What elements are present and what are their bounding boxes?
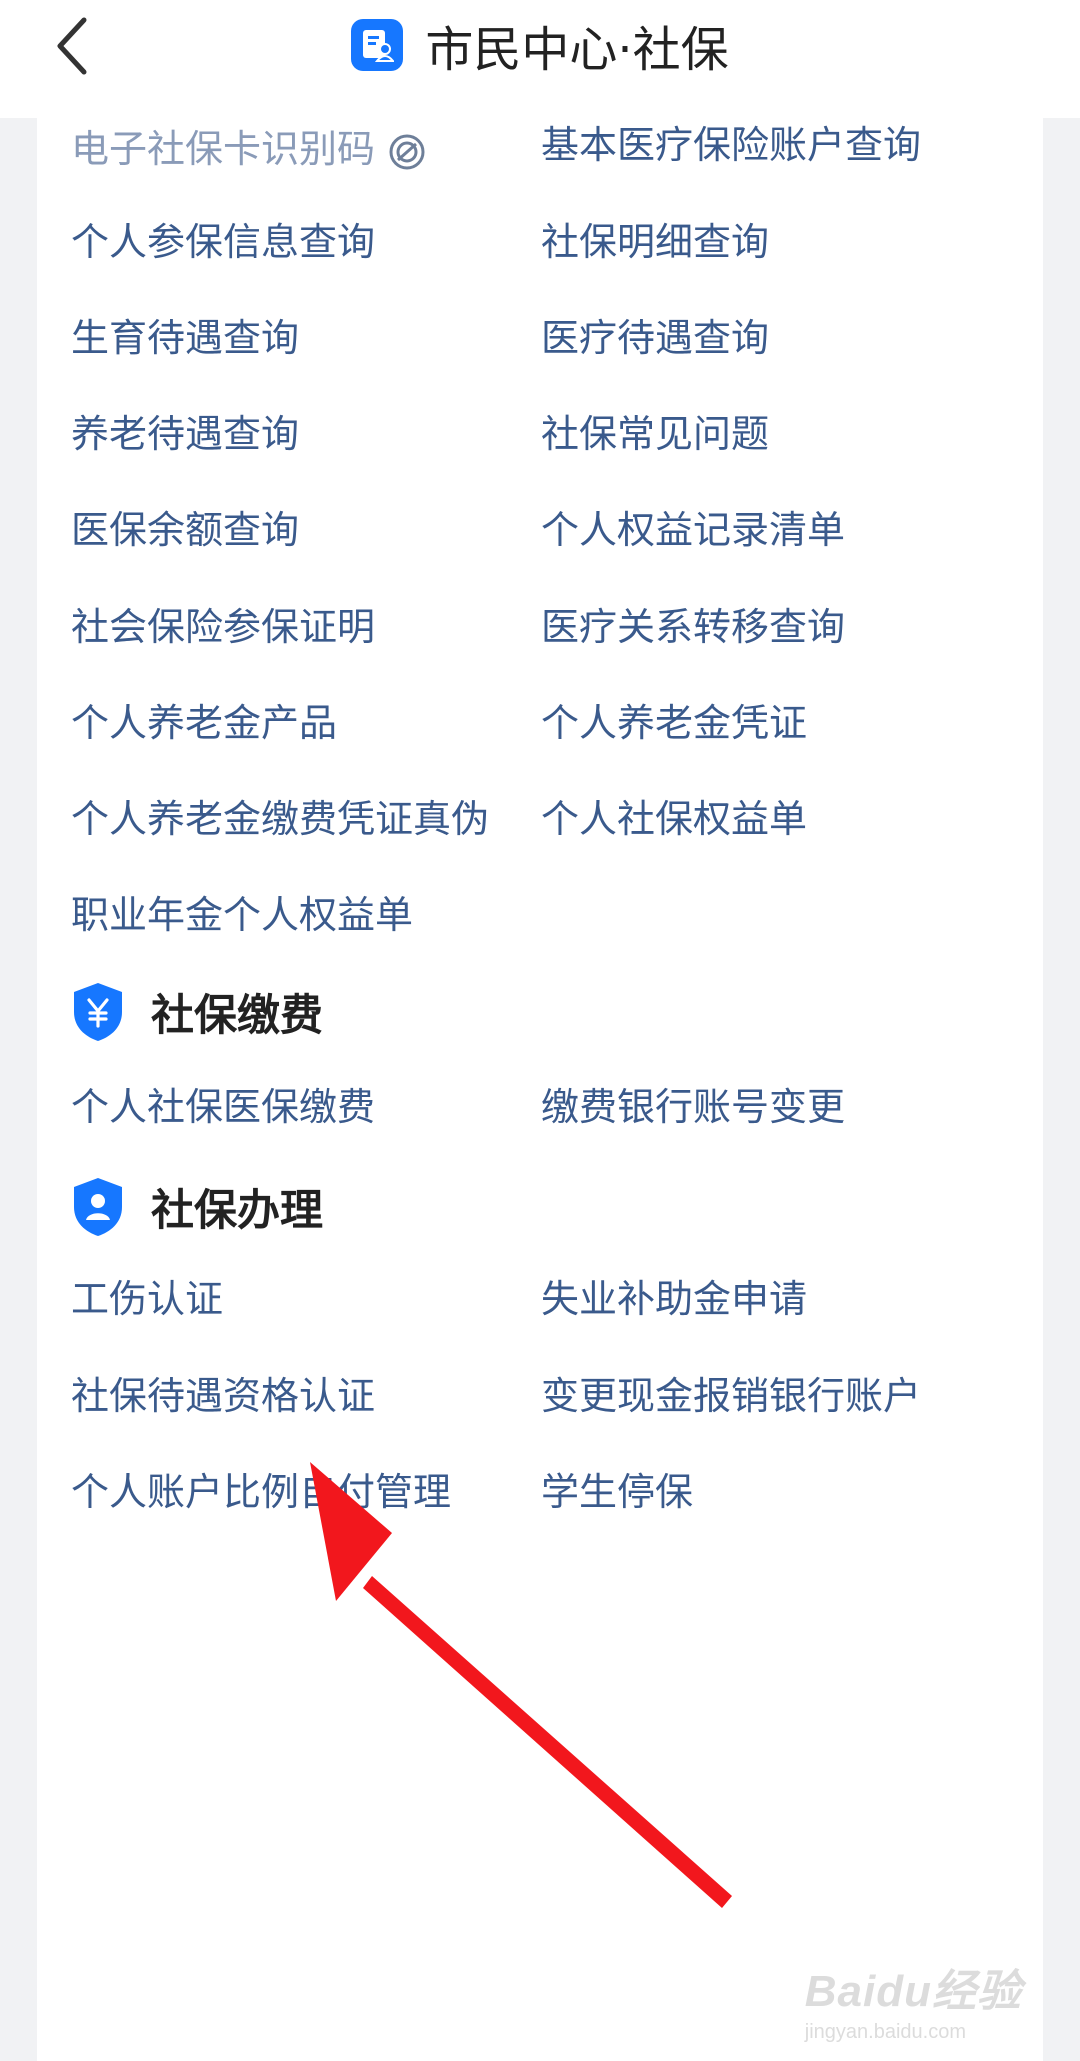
list-item[interactable]: 养老待遇查询 <box>71 415 299 453</box>
list-item[interactable]: 个人养老金凭证 <box>541 704 807 742</box>
section-title: 社保缴费 <box>151 991 323 1041</box>
list-item[interactable]: 缴费银行账号变更 <box>541 1088 845 1126</box>
list-item[interactable]: 社保待遇资格认证 <box>71 1377 375 1415</box>
header-bar: 市民中心·社保 <box>0 0 1080 118</box>
list-item[interactable]: 社保常见问题 <box>541 415 769 453</box>
list-item[interactable]: 社会保险参保证明 <box>71 608 375 646</box>
list-item[interactable]: 生育待遇查询 <box>71 319 299 357</box>
shield-person-icon <box>74 1178 122 1236</box>
list-item[interactable]: 职业年金个人权益单 <box>71 896 413 934</box>
list-item[interactable]: 个人账户比例自付管理 <box>71 1473 451 1511</box>
list-item[interactable]: 基本医疗保险账户查询 <box>541 126 921 164</box>
section-header-handling: 社保办理 <box>69 1175 323 1239</box>
list-item[interactable]: 个人社保医保缴费 <box>71 1088 375 1126</box>
list-item[interactable]: 个人权益记录清单 <box>541 511 845 549</box>
list-item[interactable]: 失业补助金申请 <box>541 1280 807 1318</box>
list-item[interactable]: 社保明细查询 <box>541 223 769 261</box>
page-title: 市民中心·社保 <box>425 22 729 78</box>
list-item[interactable]: 电子社保卡识别码 <box>71 130 427 172</box>
list-item[interactable]: 个人社保权益单 <box>541 800 807 838</box>
list-item[interactable]: 医疗关系转移查询 <box>541 608 845 646</box>
content-card: 电子社保卡识别码 基本医疗保险账户查询 个人参保信息查询 社保明细查询 生育待遇… <box>37 118 1043 2061</box>
list-item[interactable]: 个人养老金产品 <box>71 704 337 742</box>
list-item[interactable]: 医保余额查询 <box>71 511 299 549</box>
shield-yuan-icon <box>74 983 122 1041</box>
list-item[interactable]: 医疗待遇查询 <box>541 319 769 357</box>
document-person-icon <box>351 19 404 71</box>
section-header-payment: 社保缴费 <box>69 980 323 1044</box>
list-item[interactable]: 学生停保 <box>541 1473 693 1511</box>
list-item[interactable]: 个人参保信息查询 <box>71 223 375 261</box>
list-item[interactable]: 工伤认证 <box>71 1280 223 1318</box>
watermark-logo: Baidu经验 jingyan.baidu.com <box>804 1967 1022 2043</box>
section-title: 社保办理 <box>151 1186 323 1236</box>
list-item[interactable]: 个人养老金缴费凭证真伪 <box>71 800 489 838</box>
list-item[interactable]: 变更现金报销银行账户 <box>541 1377 921 1415</box>
refresh-icon <box>389 134 425 169</box>
